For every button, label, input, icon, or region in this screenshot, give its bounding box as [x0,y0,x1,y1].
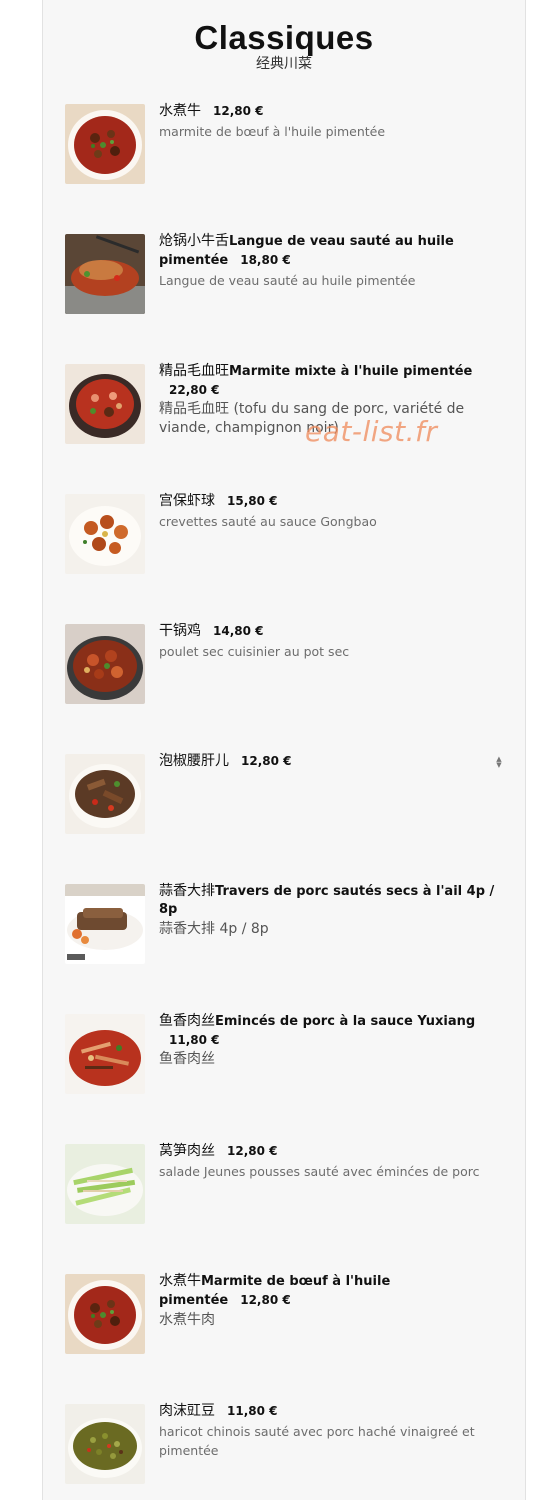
item-description: poulet sec cuisinier au pot sec [159,644,350,659]
menu-item[interactable]: 莴笋肉丝 12,80 € salade Jeunes pousses sauté … [65,1143,510,1226]
pork-ribs-icon [65,884,145,964]
item-description: 鱼香肉丝 [159,1051,215,1067]
item-name-fr: Emincés de porc à la sauce Yuxiang [215,1014,476,1029]
menu-item[interactable]: 干锅鸡 14,80 € poulet sec cuisinier au pot s… [65,623,510,706]
item-description: Langue de veau sauté au huile pimentée [159,273,416,288]
item-price: 11,80 € [169,1033,220,1047]
menu-item[interactable]: 水煮牛Marmite de bœuf à l'huile pimentée 12,… [65,1273,510,1356]
item-description: 蒜香大排 4p / 8p [159,921,269,937]
item-price: 12,80 € [241,754,292,768]
item-name-zh: 干锅鸡 [159,623,201,639]
watermark-text: eat-list.fr [305,415,438,448]
item-price: 12,80 € [240,1293,291,1307]
boiled-beef-icon [65,104,145,184]
item-price: 12,80 € [213,104,264,118]
item-price: 12,80 € [227,1144,278,1158]
item-description: salade Jeunes pousses sauté avec éminćes… [159,1164,480,1179]
item-price: 11,80 € [227,1404,278,1418]
menu-item[interactable]: 精品毛血旺Marmite mixte à l'huile pimentée 22,… [65,363,510,446]
item-description: marmite de bœuf à l'huile pimentée [159,124,386,139]
section-subtitle: 经典川菜 [256,56,312,72]
boiled-beef-2-icon [65,1274,145,1354]
item-name-zh: 炝锅小牛舌 [159,233,229,249]
item-name-zh: 精品毛血旺 [159,363,229,379]
menu-item[interactable]: 鱼香肉丝Emincés de porc à la sauce Yuxiang 11… [65,1013,510,1096]
item-price: 22,80 € [169,383,220,397]
section-title: Classiques [194,19,374,56]
kidney-liver-icon [65,754,145,834]
shrimp-icon [65,494,145,574]
item-price: 15,80 € [227,494,278,508]
chicken-pot-icon [65,624,145,704]
menu-item[interactable]: 水煮牛 12,80 € marmite de bœuf à l'huile pim… [65,103,510,186]
menu-item[interactable]: 肉沫豇豆 11,80 € haricot chinois sauté avec p… [65,1403,510,1486]
item-name-zh: 水煮牛 [159,1273,201,1289]
menu-item[interactable]: 宫保虾球 15,80 € crevettes sauté au sauce Gon… [65,493,510,576]
menu-item[interactable]: 泡椒腰肝儿 12,80 € ▲ ▼ [65,753,510,836]
item-description: haricot chinois sauté avec porc haché vi… [159,1424,475,1458]
item-description: 水煮牛肉 [159,1312,215,1328]
item-price: 18,80 € [240,253,291,267]
item-name-zh: 鱼香肉丝 [159,1013,215,1029]
lettuce-pork-icon [65,1144,145,1224]
long-beans-icon [65,1404,145,1484]
menu-card: Classiques 经典川菜 水煮牛 12,80 € marmite de bœ… [42,0,526,1500]
item-name-zh: 宫保虾球 [159,493,215,509]
section-header: Classiques 经典川菜 [43,18,525,72]
item-price: 14,80 € [213,624,264,638]
yuxiang-pork-icon [65,1014,145,1094]
item-name-zh: 蒜香大排 [159,883,215,899]
item-name-zh: 水煮牛 [159,103,201,119]
menu-item[interactable]: 炝锅小牛舌 Langue de veau sauté au huile pimen… [65,233,510,316]
item-name-zh: 泡椒腰肝儿 [159,753,229,769]
mixed-pot-icon [65,364,145,444]
item-name-zh: 莴笋肉丝 [159,1143,215,1159]
quantity-stepper[interactable]: ▲ ▼ [494,756,504,770]
item-name-fr: Marmite mixte à l'huile pimentée [229,364,473,379]
menu-item[interactable]: 蒜香大排Travers de porc sautés secs à l'ail … [65,883,510,966]
item-name-zh: 肉沫豇豆 [159,1403,215,1419]
item-description: crevettes sauté au sauce Gongbao [159,514,377,529]
veal-tongue-icon [65,234,145,314]
